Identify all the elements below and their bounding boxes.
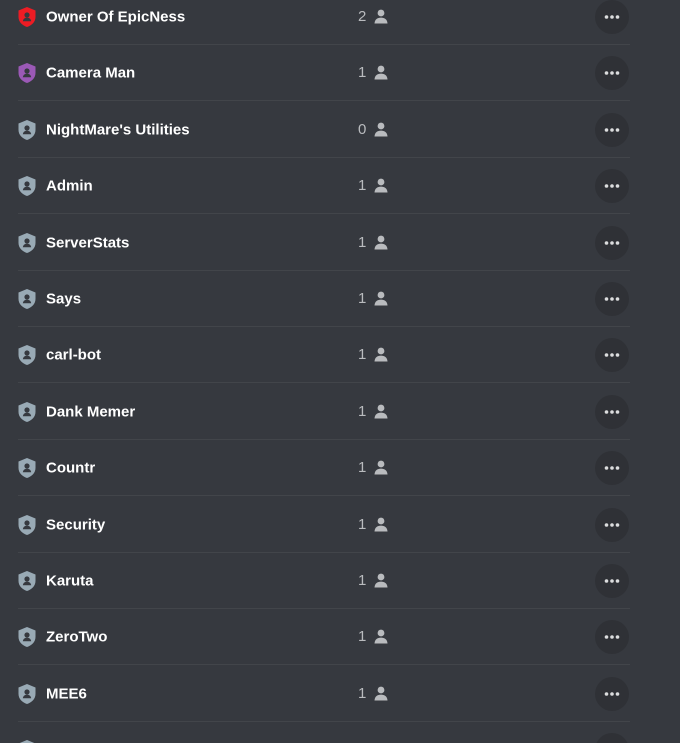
member-count-value: 1 [358,515,367,533]
more-options-button[interactable] [595,676,629,711]
member-count[interactable]: 1 [352,684,388,704]
more-options-icon [604,71,620,76]
more-options-icon [604,297,620,301]
role-row[interactable]: Owner Of EpicNess 2 [0,0,680,45]
role-row[interactable]: Countr 1 [0,440,680,497]
role-row[interactable]: Security 1 [0,497,680,553]
more-options-icon [604,522,620,527]
more-options-icon [604,635,620,640]
member-count[interactable]: 1 [352,627,388,647]
more-options-button[interactable] [595,282,629,316]
more-options-icon [604,409,620,414]
more-options-button[interactable] [595,564,629,598]
member-count[interactable]: 1 [352,458,388,478]
member-count-value: 1 [358,628,367,646]
member-count-value: 0 [358,120,367,138]
more-options-icon [604,127,620,132]
more-options-button[interactable] [595,169,629,204]
role-row[interactable]: ServerStats 1 [0,215,680,271]
member-count[interactable]: 1 [352,233,388,253]
member-count[interactable]: 1 [352,176,388,196]
member-count[interactable]: 1 [352,402,388,422]
role-name: Owner Of EpicNess [46,8,186,26]
more-options-button[interactable] [595,56,629,91]
role-row[interactable]: Karuta 1 [0,553,680,609]
role-name: Admin [46,177,93,195]
member-count-value: 1 [358,402,367,420]
member-count-value: 1 [358,459,367,477]
more-options-icon [604,240,620,245]
role-name: ServerStats [46,234,130,252]
more-options-button[interactable] [595,733,629,743]
role-name: Dank Memer [46,403,136,421]
role-row[interactable] [0,722,680,743]
role-name: carl-bot [46,346,102,364]
more-options-button[interactable] [595,225,629,260]
more-options-icon [604,579,620,583]
role-name: Security [46,516,106,534]
member-count-value: 1 [358,346,367,364]
more-options-icon [604,691,620,696]
role-name: ZeroTwo [46,628,108,646]
role-row[interactable]: Camera Man 1 [0,45,680,102]
member-count[interactable]: 2 [352,7,388,27]
more-options-button[interactable] [595,620,629,655]
role-name: MEE6 [46,685,87,703]
role-row[interactable]: Dank Memer 1 [0,384,680,440]
more-options-icon [604,353,620,358]
member-count[interactable]: 1 [352,289,388,309]
member-count[interactable]: 1 [352,515,388,535]
role-row[interactable]: carl-bot 1 [0,327,680,384]
more-options-icon [604,466,620,470]
more-options-icon [604,184,620,188]
member-count-value: 1 [358,177,367,195]
member-count-value: 1 [358,64,367,82]
member-count-value: 1 [358,684,367,702]
role-row[interactable]: NightMare's Utilities 0 [0,102,680,158]
member-count-value: 1 [358,290,367,307]
more-options-icon [604,15,620,19]
role-list: Owner Of EpicNess 2 Camera Man 1 NightMare's… [0,0,680,743]
role-name: Says [46,290,82,308]
member-count-value: 1 [358,233,367,251]
member-count-value: 2 [358,8,367,25]
role-row[interactable]: MEE6 1 [0,666,680,722]
more-options-button[interactable] [595,394,629,429]
more-options-button[interactable] [595,0,629,34]
role-row[interactable]: ZeroTwo 1 [0,609,680,666]
more-options-button[interactable] [595,112,629,147]
member-count[interactable]: 1 [352,571,388,591]
more-options-button[interactable] [595,338,629,373]
member-count[interactable]: 0 [352,120,388,140]
role-row[interactable]: Admin 1 [0,158,680,215]
role-name: Countr [46,459,96,477]
role-name: NightMare's Utilities [46,121,190,139]
role-name: Camera Man [46,64,136,82]
role-row[interactable]: Says 1 [0,271,680,327]
more-options-button[interactable] [595,451,629,486]
member-count[interactable]: 1 [352,63,388,83]
member-count[interactable]: 1 [352,345,388,365]
more-options-button[interactable] [595,507,629,542]
member-count-value: 1 [358,572,367,589]
role-name: Karuta [46,572,94,590]
